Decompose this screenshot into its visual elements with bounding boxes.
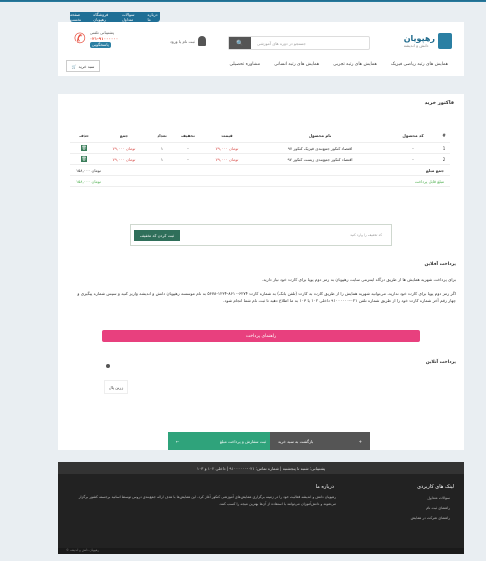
discount-box: ثبت کردن کد تخفیف کد تخفیف را وارد کنید <box>130 224 392 246</box>
row-code: - <box>412 156 414 162</box>
footer-about-text: رهپویان دانش و اندیشه فعالیت خود را در ز… <box>78 495 336 506</box>
payable-row: ۱۵۸,۰۰۰ تومان مبلغ قابل پرداخت <box>70 176 450 187</box>
payment-guide-button[interactable]: راهنمای پرداخت <box>102 330 420 342</box>
footer-links-title: لینک های کاربردی <box>417 484 454 490</box>
copyright: © رهپویان دانش و اندیشه <box>66 548 99 552</box>
delete-icon[interactable]: 🗑 <box>81 145 87 151</box>
arrow-left-icon: ← <box>176 438 180 444</box>
search-icon: 🔍 <box>236 39 244 47</box>
books-icon <box>438 33 452 49</box>
nav-item-experimental[interactable]: همایش های رتبه تجربی <box>333 62 377 67</box>
zarinpal-logo: زرین پال <box>108 384 124 390</box>
col-discount: تخفیف <box>181 132 195 138</box>
delete-icon[interactable]: 🗑 <box>81 156 87 162</box>
logo-title: رهپویان <box>403 34 435 43</box>
phone-support: ✆ پشتیبانی تلفنی ۰۲۱-۹۱۰۰۰۰۰۰ پاسخگویی <box>74 30 118 48</box>
phone-icon: ✆ <box>74 31 86 47</box>
top-link-about[interactable]: درباره ما <box>147 12 160 22</box>
phone-badge: پاسخگویی <box>89 42 111 48</box>
sum-label: جمع مبلغ <box>425 167 444 173</box>
zarinpal-gateway[interactable]: زرین پال <box>104 380 128 394</box>
col-code: کد محصول <box>402 132 424 138</box>
payment-info-1: برای پرداخت شهریه همایش ها از طریق درگاه… <box>261 277 456 282</box>
search-input[interactable]: جستجو در دوره های آموزشی <box>251 41 306 46</box>
nav-item-advice[interactable]: مشاوره تحصیلی <box>230 62 261 67</box>
top-link-home[interactable]: صفحه نخست <box>70 12 89 22</box>
payment-info-2: اگر رمز دوم پویا برای کارت خود ندارید، م… <box>77 291 456 303</box>
submit-order-button[interactable]: ← ثبت سفارش و پرداخت مبلغ <box>168 432 274 450</box>
user-login[interactable]: ثبت نام یا ورود <box>170 36 206 46</box>
site-header: رهپویان دانش و اندیشه 🔍 جستجو در دوره ها… <box>58 22 464 76</box>
row-code: - <box>412 145 414 151</box>
footer-link[interactable]: سوالات متداول <box>427 496 450 500</box>
top-links: صفحه نخست فروشگاه رهپویان سوالات متداول … <box>70 12 160 22</box>
logo-subtitle: دانش و اندیشه <box>403 43 429 48</box>
sum-value: ۱۵۸,۰۰۰ تومان <box>76 167 101 173</box>
page-title: فاکتور خرید <box>424 100 454 106</box>
cart-label: سبد خرید <box>78 63 95 69</box>
table-header: حذف جمع تعداد تخفیف قیمت نام محصول کد مح… <box>70 128 450 143</box>
payable-value: ۱۵۸,۰۰۰ تومان <box>76 178 101 184</box>
row-qty: ۱ <box>160 156 164 162</box>
col-total: جمع <box>119 132 129 138</box>
cart-icon: 🛒 <box>71 63 77 69</box>
site-logo[interactable]: رهپویان دانش و اندیشه <box>382 30 452 52</box>
row-price: ۷۹,۰۰۰ تومان <box>215 156 239 162</box>
col-price: قیمت <box>221 132 233 138</box>
table-row: 🗑 ۷۹,۰۰۰ تومان ۱ - ۷۹,۰۰۰ تومان اقتصاد ک… <box>70 154 450 165</box>
offline-payment-title: پرداخت آفلاین <box>424 262 456 267</box>
col-qty: تعداد <box>157 132 167 138</box>
footer-about-title: درباره ما <box>315 484 334 490</box>
cart-button[interactable]: 🛒 سبد خرید <box>66 60 100 72</box>
back-to-cart-button[interactable]: بازگشت به سبد خرید + <box>270 432 370 450</box>
table-row: 🗑 ۷۹,۰۰۰ تومان ۱ - ۷۹,۰۰۰ تومان اقتصاد ک… <box>70 143 450 154</box>
invoice-table: حذف جمع تعداد تخفیف قیمت نام محصول کد مح… <box>70 128 450 187</box>
search-box: 🔍 جستجو در دوره های آموزشی <box>228 36 370 50</box>
row-total: ۷۹,۰۰۰ تومان <box>112 156 136 162</box>
nav-item-math[interactable]: همایش های رتبه ریاضی فیزیک <box>391 62 448 67</box>
footer-link[interactable]: راهنمای ثبت نام <box>426 506 450 510</box>
top-link-faq[interactable]: سوالات متداول <box>122 12 144 22</box>
col-delete: حذف <box>79 132 89 138</box>
plus-icon: + <box>358 438 362 444</box>
row-total: ۷۹,۰۰۰ تومان <box>112 145 136 151</box>
gateway-radio[interactable] <box>106 364 110 368</box>
row-name[interactable]: اقتصاد کنکور جمع‌بندی زیست کنکور ۹۷ <box>252 157 388 162</box>
top-link-shop[interactable]: فروشگاه رهپویان <box>93 12 118 22</box>
site-footer: لینک های کاربردی سوالات متداول راهنمای ث… <box>58 474 464 554</box>
nav-item-humanities[interactable]: همایش های رتبه انسانی <box>274 62 319 67</box>
row-discount: - <box>187 156 189 162</box>
user-login-label: ثبت نام یا ورود <box>170 38 195 44</box>
row-qty: ۱ <box>160 145 164 151</box>
main-nav: مشاوره تحصیلی همایش های رتبه انسانی همای… <box>230 62 448 67</box>
row-price: ۷۹,۰۰۰ تومان <box>215 145 239 151</box>
user-icon <box>197 36 206 46</box>
page: صفحه نخست فروشگاه رهپویان سوالات متداول … <box>0 0 486 561</box>
online-payment-title: پرداخت آنلاین <box>425 360 456 365</box>
footer-link[interactable]: راهنمای شرکت در همایش <box>411 516 450 520</box>
col-name: نام محصول <box>308 132 332 138</box>
apply-discount-button[interactable]: ثبت کردن کد تخفیف <box>134 229 180 241</box>
discount-input[interactable]: کد تخفیف را وارد کنید <box>350 233 388 237</box>
submit-order-label: ثبت سفارش و پرداخت مبلغ <box>219 438 266 444</box>
payable-label: مبلغ قابل پرداخت <box>414 178 444 184</box>
back-to-cart-label: بازگشت به سبد خرید <box>278 438 314 444</box>
sum-row: ۱۵۸,۰۰۰ تومان جمع مبلغ <box>70 165 450 176</box>
row-name[interactable]: اقتصاد کنکور جمع‌بندی فیزیک کنکور ۹۷ <box>252 146 388 151</box>
invoice-panel: فاکتور خرید حذف جمع تعداد تخفیف قیمت نام… <box>58 94 464 450</box>
row-discount: - <box>187 145 189 151</box>
footer-bottom: © رهپویان دانش و اندیشه <box>58 548 464 554</box>
footer-support-bar: پشتیبانی: شنبه تا پنجشنبه | شماره تماس: … <box>58 462 464 474</box>
search-button[interactable]: 🔍 <box>229 37 251 49</box>
